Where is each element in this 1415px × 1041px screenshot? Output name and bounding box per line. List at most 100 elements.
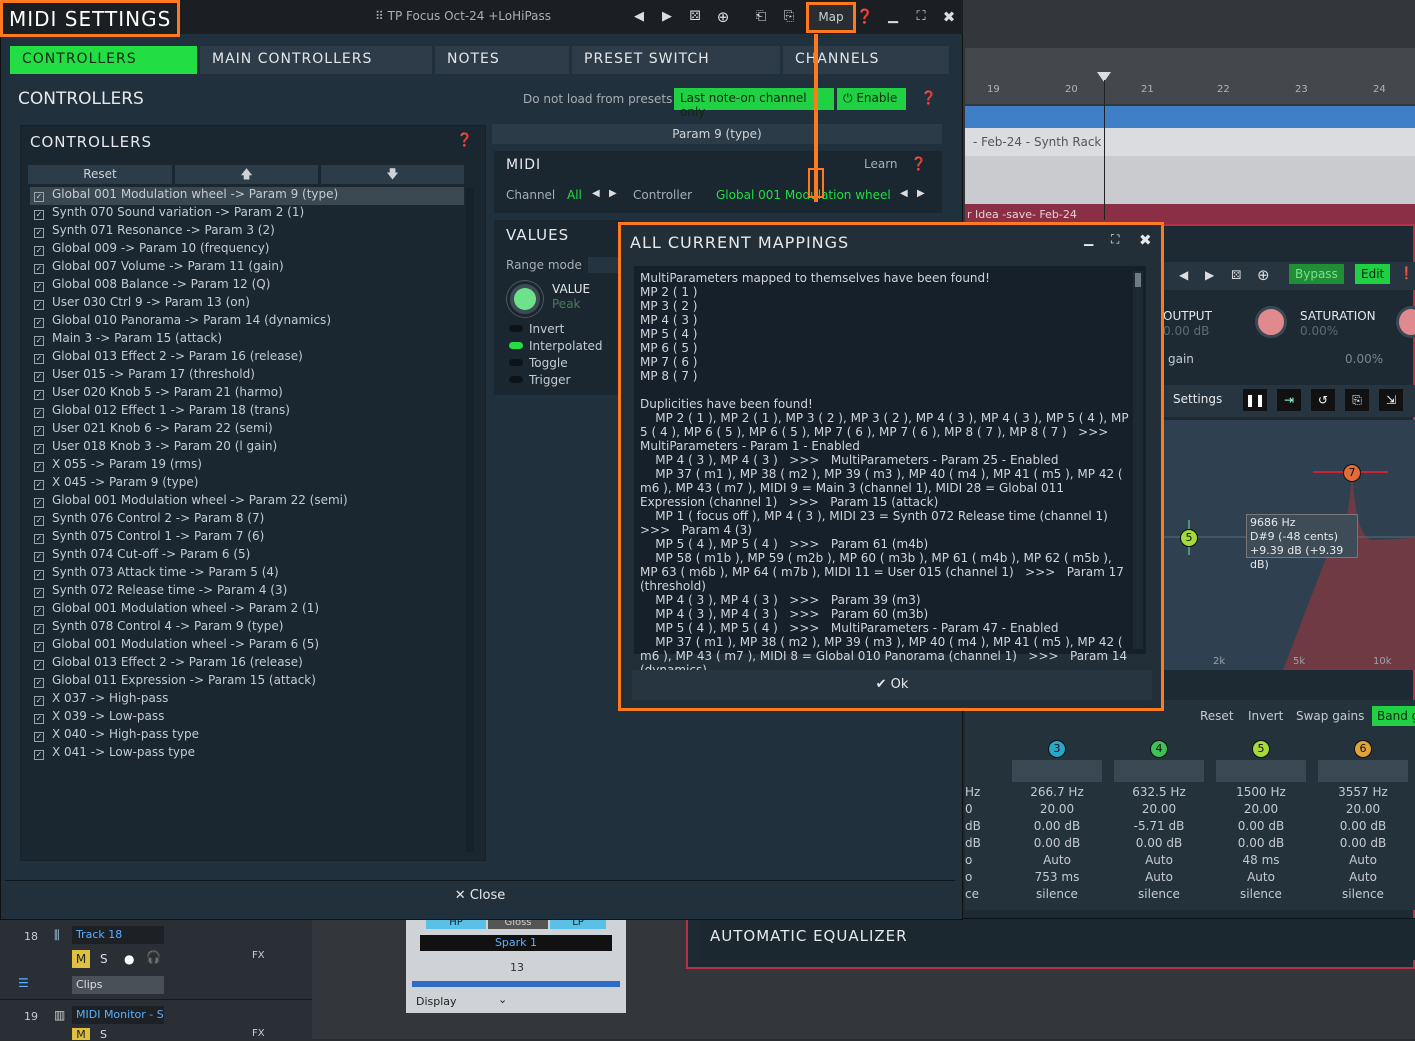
list-item[interactable]: ✓ Global 001 Modulation wheel -> Param 6 …: [30, 637, 464, 655]
list-item[interactable]: ✓ Synth 073 Attack time -> Param 5 (4): [30, 565, 464, 583]
list-item[interactable]: ✓ Global 013 Effect 2 -> Param 16 (releas…: [30, 655, 464, 673]
list-item[interactable]: ✓ User 015 -> Param 17 (threshold): [30, 367, 464, 385]
band-number[interactable]: 5: [1252, 740, 1270, 758]
fx-label[interactable]: FX: [252, 1028, 265, 1039]
band-cell[interactable]: 0.00 dB: [1012, 819, 1102, 834]
list-item[interactable]: ✓ User 020 Knob 5 -> Param 21 (harmo): [30, 385, 464, 403]
scrollbar[interactable]: [1133, 271, 1143, 649]
checkbox-icon[interactable]: ✓: [34, 318, 44, 328]
toggle-option[interactable]: Toggle: [509, 356, 568, 370]
save-icon[interactable]: ⎘: [1345, 389, 1369, 411]
tab-controllers[interactable]: CONTROLLERS: [10, 46, 197, 74]
eq-graph[interactable]: 7 5 9686 Hz D#9 (-48 cents) +9.39 dB (+9…: [1163, 420, 1415, 670]
track-18[interactable]: 18 ⫼ Track 18 M S ● 🎧 Clips FX ☰: [0, 920, 312, 1000]
no-load-label[interactable]: Do not load from presets: [523, 92, 672, 106]
add-icon[interactable]: ⊕: [1257, 266, 1270, 284]
checkbox-icon[interactable]: ✓: [34, 390, 44, 400]
channel-prev-icon[interactable]: ◀: [592, 188, 600, 199]
list-item[interactable]: ✓ Global 009 -> Param 10 (frequency): [30, 241, 464, 259]
checkbox-icon[interactable]: ✓: [34, 480, 44, 490]
checkbox-icon[interactable]: ✓: [34, 678, 44, 688]
param-header[interactable]: Param 9 (type): [492, 124, 942, 144]
red-clip[interactable]: r Idea -save- Feb-24: [965, 204, 1415, 224]
add-icon[interactable]: ⊕: [714, 8, 732, 26]
preset-name[interactable]: ⠿ TP Focus Oct-24 +LoHiPass: [375, 9, 551, 23]
timeline-ruler[interactable]: 19 20 21 22 23 24: [965, 48, 1415, 104]
list-item[interactable]: ✓ Global 001 Modulation wheel -> Param 2 …: [30, 601, 464, 619]
solo-button[interactable]: S: [100, 1028, 107, 1041]
band-cell[interactable]: 0.00 dB: [1318, 836, 1408, 851]
checkbox-icon[interactable]: ✓: [34, 696, 44, 706]
range-mode-label[interactable]: Range mode: [506, 258, 582, 272]
list-item[interactable]: ✓ User 018 Knob 3 -> Param 20 (l gain): [30, 439, 464, 457]
list-item[interactable]: ✓ X 040 -> High-pass type: [30, 727, 464, 745]
mute-button[interactable]: M: [72, 950, 90, 968]
band-cell[interactable]: dB: [965, 836, 1003, 851]
clip-label[interactable]: - Feb-24 - Synth Rack: [965, 128, 1415, 156]
band-button[interactable]: Band g: [1372, 706, 1415, 726]
band-number[interactable]: 3: [1048, 740, 1066, 758]
band-cell[interactable]: 753 ms: [1012, 870, 1102, 885]
settings-button[interactable]: Settings: [1173, 392, 1222, 406]
track-name[interactable]: MIDI Monitor - S: [72, 1006, 164, 1024]
band-cell[interactable]: silence: [1318, 887, 1408, 902]
map-button[interactable]: Map: [806, 2, 856, 33]
learn-button[interactable]: Learn: [864, 157, 898, 171]
list-icon[interactable]: ☰: [18, 976, 29, 990]
random-icon[interactable]: ⚄: [686, 8, 704, 26]
channel-next-icon[interactable]: ▶: [609, 188, 617, 199]
band-cell[interactable]: o: [965, 870, 1003, 885]
help-icon[interactable]: ❓: [910, 156, 928, 174]
checkbox-icon[interactable]: ✓: [34, 354, 44, 364]
controller-prev-icon[interactable]: ◀: [900, 188, 908, 199]
save-icon[interactable]: ⎘: [780, 8, 798, 26]
list-item[interactable]: ✓ Main 3 -> Param 15 (attack): [30, 331, 464, 349]
band-cell[interactable]: Auto: [1318, 853, 1408, 868]
help-icon[interactable]: ❓: [456, 132, 474, 150]
checkbox-icon[interactable]: ✓: [34, 300, 44, 310]
prev-preset-icon[interactable]: ◀: [630, 8, 648, 26]
list-item[interactable]: ✓ Global 012 Effect 1 -> Param 18 (trans): [30, 403, 464, 421]
band-shape-icon[interactable]: [1318, 760, 1408, 782]
checkbox-icon[interactable]: ✓: [34, 642, 44, 652]
band-cell[interactable]: 0.00 dB: [1318, 819, 1408, 834]
undo-icon[interactable]: ↺: [1311, 389, 1335, 411]
controller-next-icon[interactable]: ▶: [917, 188, 925, 199]
band-cell[interactable]: 0.00 dB: [1012, 836, 1102, 851]
scrollbar[interactable]: [466, 188, 474, 852]
checkbox-icon[interactable]: ✓: [34, 624, 44, 634]
band-cell[interactable]: -5.71 dB: [1114, 819, 1204, 834]
display-dropdown[interactable]: Display: [416, 995, 457, 1008]
bypass-button[interactable]: Bypass: [1289, 264, 1344, 284]
band-shape-icon[interactable]: [1012, 760, 1102, 782]
band-cell[interactable]: 1500 Hz: [1216, 785, 1306, 800]
list-item[interactable]: ✓ Synth 075 Control 1 -> Param 7 (6): [30, 529, 464, 547]
interpolated-option[interactable]: Interpolated: [509, 339, 603, 353]
band-cell[interactable]: Auto: [1114, 853, 1204, 868]
invert-button[interactable]: Invert: [1248, 709, 1283, 723]
checkbox-icon[interactable]: ✓: [34, 588, 44, 598]
resize-icon[interactable]: ⛶: [912, 8, 930, 26]
band-cell[interactable]: Auto: [1318, 870, 1408, 885]
close-icon[interactable]: ✖: [940, 8, 958, 26]
close-icon[interactable]: ✖: [1139, 231, 1152, 249]
list-item[interactable]: ✓ Global 013 Effect 2 -> Param 16 (releas…: [30, 349, 464, 367]
scrollbar-thumb[interactable]: [1135, 273, 1141, 287]
list-item[interactable]: ✓ X 039 -> Low-pass: [30, 709, 464, 727]
list-item[interactable]: ✓ Synth 076 Control 2 -> Param 8 (7): [30, 511, 464, 529]
band-cell[interactable]: 20.00: [1216, 802, 1306, 817]
band-shape-icon[interactable]: [1216, 760, 1306, 782]
checkbox-icon[interactable]: ✓: [34, 264, 44, 274]
band-shape-icon[interactable]: [1114, 760, 1204, 782]
swap-gains-button[interactable]: Swap gains: [1296, 709, 1364, 723]
band-cell[interactable]: 0: [965, 802, 1003, 817]
checkbox-icon[interactable]: ✓: [34, 444, 44, 454]
band-cell[interactable]: dB: [965, 819, 1003, 834]
checkbox-icon[interactable]: ✓: [34, 336, 44, 346]
move-up-icon[interactable]: 🡅: [175, 165, 318, 184]
checkbox-icon[interactable]: ✓: [34, 534, 44, 544]
band-cell[interactable]: 0.00 dB: [1216, 836, 1306, 851]
list-item[interactable]: ✓ Global 007 Volume -> Param 11 (gain): [30, 259, 464, 277]
random-icon[interactable]: ⚄: [1231, 268, 1241, 282]
list-item[interactable]: ✓ X 041 -> Low-pass type: [30, 745, 464, 763]
